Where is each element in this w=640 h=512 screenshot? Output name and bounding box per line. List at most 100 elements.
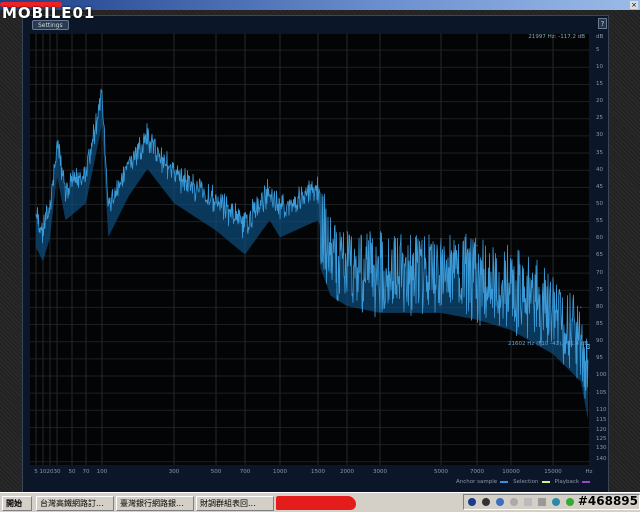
spectrum-plot[interactable] xyxy=(30,33,590,465)
db-tick-label: 20 xyxy=(596,98,603,104)
db-tick-label: 15 xyxy=(596,81,603,87)
spectrum-point xyxy=(215,197,217,199)
db-tick-label: 55 xyxy=(596,218,603,224)
db-tick-label: 85 xyxy=(596,321,603,327)
task-button[interactable]: 財調群組表回... xyxy=(196,496,274,511)
db-tick-label: 65 xyxy=(596,252,603,258)
freq-tick-label: 1500 xyxy=(311,469,325,475)
app-icon[interactable] xyxy=(552,498,560,506)
logo: MOBILE01 xyxy=(2,4,96,22)
device-icon[interactable] xyxy=(538,498,546,506)
start-button[interactable]: 開始 xyxy=(2,496,32,511)
db-tick-label: 100 xyxy=(596,372,607,378)
spectrum-point xyxy=(269,186,271,188)
spectrum-point xyxy=(64,186,67,188)
freq-tick-label: 3000 xyxy=(373,469,387,475)
db-tick-label: 95 xyxy=(596,355,603,361)
db-tick-label: 125 xyxy=(596,436,607,442)
db-unit-label: dB xyxy=(596,34,604,40)
db-tick-label: 105 xyxy=(596,390,607,396)
freq-tick-label: 300 xyxy=(168,469,180,475)
spectrum-line xyxy=(35,88,589,399)
network-icon[interactable] xyxy=(482,498,490,506)
spectrum-point xyxy=(580,306,582,308)
db-tick-label: 130 xyxy=(596,445,607,451)
legend-item: Playback xyxy=(555,479,591,485)
legend-label: Playback xyxy=(554,479,580,485)
spectrum-point xyxy=(101,90,103,92)
spectrum-point xyxy=(146,135,149,137)
shield-icon[interactable] xyxy=(468,498,476,506)
freq-tick-label: 700 xyxy=(239,469,251,475)
legend-label: Anchor sample xyxy=(456,479,498,485)
legend-swatch xyxy=(541,480,550,483)
db-tick-label: 50 xyxy=(596,201,603,207)
freq-tick-label: 1000 xyxy=(273,469,287,475)
freq-tick-label: 50 xyxy=(68,469,76,475)
close-button[interactable]: × xyxy=(630,1,638,9)
spectrum-point xyxy=(346,231,348,233)
freq-tick-label: 15000 xyxy=(544,469,562,475)
db-tick-label: 40 xyxy=(596,167,603,173)
spectrum-point xyxy=(42,227,44,230)
db-tick-label: 45 xyxy=(596,184,603,190)
connection-icon[interactable] xyxy=(566,498,574,506)
spectrum-point xyxy=(35,214,37,216)
legend-label: Selection xyxy=(513,479,539,485)
spectrum-point xyxy=(244,221,246,223)
spectrum-point xyxy=(440,238,442,240)
redaction-mark xyxy=(276,496,356,510)
task-button[interactable]: 台灣高鐵網路訂... xyxy=(36,496,114,511)
spectrum-point xyxy=(552,279,554,281)
spectrum-point xyxy=(173,169,175,171)
db-tick-label: 75 xyxy=(596,287,603,293)
db-tick-label: 115 xyxy=(596,417,607,423)
db-tick-label: 5 xyxy=(596,47,600,53)
freq-tick-label: 10000 xyxy=(502,469,520,475)
spectrum-point xyxy=(279,203,281,206)
db-tick-label: 110 xyxy=(596,407,607,413)
legend-swatch xyxy=(582,480,591,483)
db-tick-label: 90 xyxy=(596,338,603,344)
spectrum-point xyxy=(49,203,51,206)
db-tick-label: 30 xyxy=(596,132,603,138)
db-tick-label: 70 xyxy=(596,270,603,276)
cursor-readout: 21997 Hz: -117.2 dB xyxy=(528,34,585,40)
db-tick-label: 35 xyxy=(596,150,603,156)
db-tick-label: 120 xyxy=(596,427,607,433)
spectrum-point xyxy=(379,238,381,240)
legend-item: Anchor sample xyxy=(456,479,509,485)
help-button[interactable]: ? xyxy=(598,18,607,29)
flag-icon[interactable] xyxy=(524,498,532,506)
freq-tick-label: 10 xyxy=(39,469,47,475)
sync-icon[interactable] xyxy=(496,498,504,506)
spectrum-fill xyxy=(36,88,588,420)
spectrum-point xyxy=(476,245,478,247)
marker-readout: 21602 Hz (F10 -43), -91.4 dB xyxy=(508,341,588,347)
spectrum-point xyxy=(127,162,130,164)
freq-tick-label: 70 xyxy=(82,469,90,475)
volume-icon[interactable] xyxy=(510,498,518,506)
spectrum-point xyxy=(56,142,58,144)
db-tick-label: 140 xyxy=(596,456,607,462)
db-tick-label: 25 xyxy=(596,115,603,121)
freq-tick-label: 5000 xyxy=(434,469,448,475)
spectrum-point xyxy=(85,169,87,171)
freq-tick-label: 7000 xyxy=(470,469,484,475)
db-tick-label: 60 xyxy=(596,235,603,241)
freq-tick-label: 5 xyxy=(34,469,38,475)
db-tick-label: 80 xyxy=(596,304,603,310)
spectrum-point xyxy=(510,255,512,257)
freq-tick-label: 100 xyxy=(96,469,108,475)
freq-tick-label: 30 xyxy=(53,469,61,475)
legend-swatch xyxy=(500,480,509,483)
legend-item: Selection xyxy=(513,479,550,485)
spectrum-point xyxy=(317,186,319,188)
task-button[interactable]: 臺灣銀行網路銀... xyxy=(116,496,194,511)
db-tick-label: 10 xyxy=(596,64,603,70)
freq-tick-label: 20 xyxy=(46,469,54,475)
hz-unit-label: Hz xyxy=(585,469,593,475)
freq-tick-label: 2000 xyxy=(340,469,354,475)
freq-tick-label: 500 xyxy=(210,469,222,475)
spectrum-point xyxy=(330,221,332,223)
